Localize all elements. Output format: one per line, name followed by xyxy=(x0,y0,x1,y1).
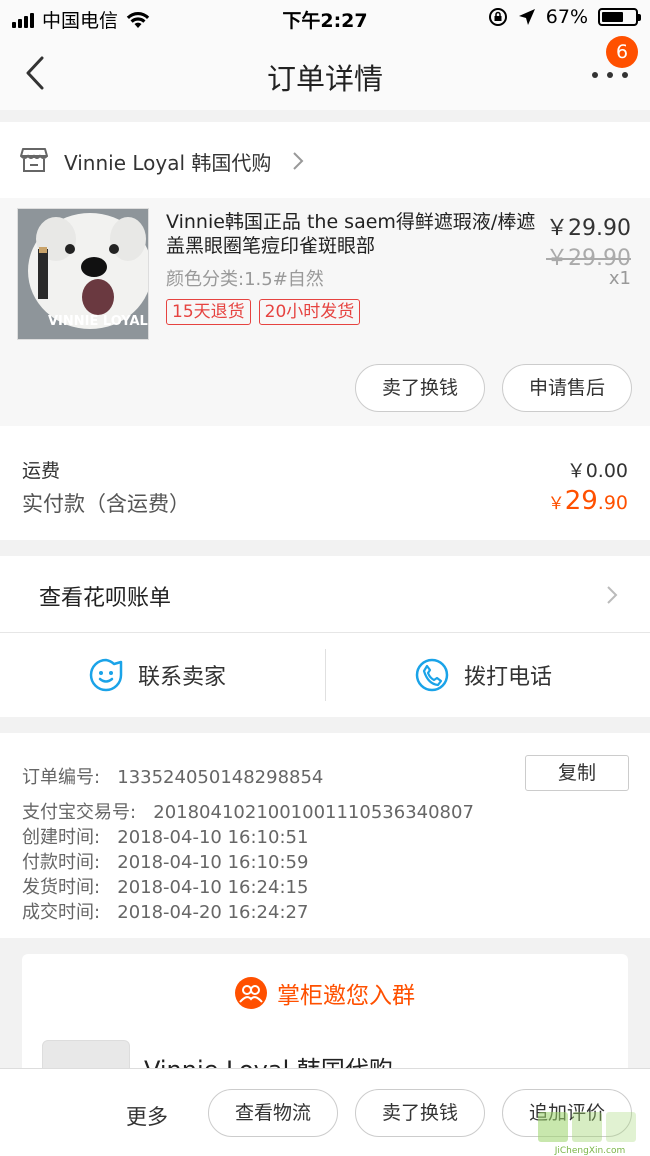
status-right: 67% xyxy=(488,6,641,28)
product-card[interactable]: VINNIE LOYAL Vinnie韩国正品 the saem得鲜遮瑕液/棒遮… xyxy=(0,198,650,426)
more-button[interactable]: 更多 xyxy=(126,1101,168,1131)
info-row: 支付宝交易号: 2018041021001001110536340807 xyxy=(22,798,474,824)
info-value: 2018-04-10 16:10:51 xyxy=(117,827,309,848)
shop-row[interactable]: Vinnie Loyal 韩国代购 xyxy=(0,122,650,198)
order-number-value: 133524050148298854 xyxy=(117,767,324,788)
bottom-action-bar: 更多 查看物流 卖了换钱 追加评价 JiChengXin.com xyxy=(0,1068,650,1156)
rotation-lock-icon xyxy=(488,8,507,26)
info-label: 支付宝交易号: xyxy=(22,802,137,823)
huabei-label: 查看花呗账单 xyxy=(39,586,172,611)
service-tags: 15天退货 20小时发货 xyxy=(166,299,361,325)
order-number-label: 订单编号: xyxy=(22,767,101,788)
contact-bar: 联系卖家 拨打电话 xyxy=(0,633,650,717)
status-bar: 中国电信 下午2:27 67% xyxy=(0,0,650,36)
shipping-value: ￥0.00 xyxy=(566,460,628,482)
info-label: 发货时间: xyxy=(22,877,101,898)
info-row: 创建时间: 2018-04-10 16:10:51 xyxy=(22,823,308,849)
nav-bar: 订单详情 6 xyxy=(0,36,650,110)
after-sale-button[interactable]: 申请售后 xyxy=(502,364,632,412)
location-icon xyxy=(518,9,535,25)
thumb-brand-text: VINNIE LOYAL xyxy=(48,314,148,329)
contact-seller-button[interactable]: 联系卖家 xyxy=(88,633,226,717)
info-value: 2018-04-10 16:10:59 xyxy=(117,852,309,873)
watermark-logo: JiChengXin.com xyxy=(538,1112,636,1156)
product-quantity: x1 xyxy=(608,268,631,289)
info-value: 2018-04-20 16:24:27 xyxy=(117,902,309,923)
paid-currency: ￥ xyxy=(547,494,565,514)
group-invite-title: 掌柜邀您入群 xyxy=(277,983,415,1009)
order-number-row: 订单编号: 133524050148298854 xyxy=(22,763,323,789)
product-thumbnail[interactable]: VINNIE LOYAL xyxy=(17,208,149,340)
divider xyxy=(325,649,326,701)
group-invite-header: 掌柜邀您入群 xyxy=(22,976,628,1010)
chat-face-icon xyxy=(89,658,123,692)
call-phone-label: 拨打电话 xyxy=(464,665,553,690)
battery-fill xyxy=(602,12,624,22)
product-title[interactable]: Vinnie韩国正品 the saem得鲜遮瑕液/棒遮盖黑眼圈笔痘印雀斑眼部 xyxy=(166,210,536,258)
paid-amount: ￥29.90 xyxy=(548,486,628,516)
product-sku: 颜色分类:1.5#自然 xyxy=(166,269,324,290)
shop-name: Vinnie Loyal 韩国代购 xyxy=(64,151,272,175)
info-value: 2018041021001001110536340807 xyxy=(153,802,474,823)
sell-item-button[interactable]: 卖了换钱 xyxy=(355,364,485,412)
service-tag: 20小时发货 xyxy=(258,299,361,325)
call-phone-button[interactable]: 拨打电话 xyxy=(414,633,552,717)
paid-label: 实付款（含运费） xyxy=(22,492,190,516)
shop-icon xyxy=(20,148,48,172)
order-info: 订单编号: 133524050148298854 复制 支付宝交易号: 2018… xyxy=(0,733,650,938)
info-label: 创建时间: xyxy=(22,827,101,848)
info-row: 发货时间: 2018-04-10 16:24:15 xyxy=(22,873,308,899)
phone-icon xyxy=(415,658,449,692)
sell-item-button-bottom[interactable]: 卖了换钱 xyxy=(355,1089,485,1137)
info-value: 2018-04-10 16:24:15 xyxy=(117,877,309,898)
battery-icon xyxy=(598,8,641,26)
contact-seller-label: 联系卖家 xyxy=(138,665,227,690)
paid-decimal: .90 xyxy=(597,492,628,514)
watermark-text: JiChengXin.com xyxy=(554,1146,626,1156)
info-row: 成交时间: 2018-04-20 16:24:27 xyxy=(22,898,308,924)
shipping-label: 运费 xyxy=(22,460,61,482)
info-label: 成交时间: xyxy=(22,902,101,923)
product-image: VINNIE LOYAL xyxy=(18,209,148,339)
info-row: 付款时间: 2018-04-10 16:10:59 xyxy=(22,848,308,874)
view-logistics-button[interactable]: 查看物流 xyxy=(208,1089,338,1137)
service-tag: 15天退货 xyxy=(166,299,251,325)
paid-integer: 29 xyxy=(564,486,598,516)
chevron-right-icon xyxy=(293,152,304,170)
group-icon xyxy=(235,977,267,1009)
copy-button[interactable]: 复制 xyxy=(525,755,629,791)
page-title: 订单详情 xyxy=(266,62,383,96)
huabei-bill-row[interactable]: 查看花呗账单 xyxy=(0,556,650,633)
battery-percent: 67% xyxy=(545,6,588,28)
info-label: 付款时间: xyxy=(22,852,101,873)
product-price: ￥29.90 xyxy=(546,216,631,241)
fee-summary: 运费 ￥0.00 实付款（含运费） ￥29.90 xyxy=(0,426,650,540)
notification-badge: 6 xyxy=(606,36,638,68)
chevron-right-icon xyxy=(607,586,618,604)
